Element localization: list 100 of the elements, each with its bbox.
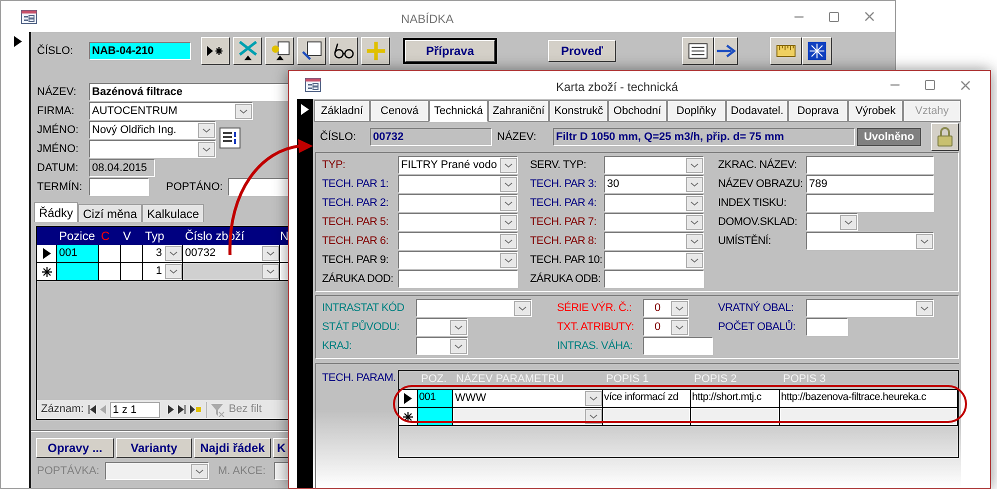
- dropdown-button[interactable]: [686, 234, 703, 248]
- combo-field[interactable]: 3: [143, 245, 183, 262]
- toolbar-button[interactable]: [682, 37, 714, 65]
- dropdown-button[interactable]: [514, 300, 531, 316]
- text-field[interactable]: [89, 178, 149, 196]
- dropdown-button[interactable]: [500, 196, 517, 210]
- dropdown-button[interactable]: [165, 264, 182, 279]
- close-icon[interactable]: [862, 9, 877, 24]
- tab[interactable]: Výrobek: [848, 100, 903, 122]
- toolbar-button[interactable]: [802, 37, 832, 65]
- toolbar-button[interactable]: [297, 37, 326, 65]
- action-button[interactable]: Příprava: [405, 40, 495, 62]
- tab[interactable]: Základní: [314, 100, 370, 122]
- dropdown-button[interactable]: [840, 214, 857, 230]
- combo-field[interactable]: [398, 232, 518, 250]
- dropdown-button[interactable]: [916, 300, 933, 316]
- combo-field[interactable]: Nový Oldřich Ing.: [89, 121, 216, 139]
- dropdown-button[interactable]: [686, 196, 703, 210]
- command-button[interactable]: Opravy ...: [36, 438, 114, 458]
- text-field[interactable]: [806, 156, 934, 174]
- combo-field[interactable]: [806, 213, 858, 231]
- row-selector[interactable]: [399, 390, 418, 407]
- dropdown-button[interactable]: [450, 320, 467, 334]
- combo-field[interactable]: [806, 299, 934, 317]
- tab[interactable]: Obchodní: [608, 100, 667, 122]
- text-field[interactable]: [806, 318, 848, 336]
- combo-field[interactable]: WWW: [453, 390, 603, 407]
- dropdown-button[interactable]: [198, 142, 215, 156]
- dropdown-button[interactable]: [686, 214, 703, 230]
- combo-field[interactable]: [398, 175, 518, 193]
- dropdown-button[interactable]: [262, 264, 279, 279]
- combo-field[interactable]: [604, 194, 704, 212]
- combo-field[interactable]: FILTRY Prané vodo: [398, 156, 518, 174]
- tab[interactable]: Cenová: [370, 100, 429, 122]
- combo-field[interactable]: [806, 232, 934, 250]
- command-button[interactable]: Najdi řádek: [194, 438, 271, 458]
- combo-field[interactable]: 1: [143, 263, 183, 280]
- text-field[interactable]: [604, 270, 704, 288]
- tab[interactable]: Řádky: [34, 202, 78, 222]
- dropdown-button[interactable]: [686, 252, 703, 268]
- dropdown-button[interactable]: [686, 176, 703, 192]
- toolbar-button[interactable]: [714, 37, 738, 65]
- combo-field[interactable]: [416, 299, 532, 317]
- dropdown-button[interactable]: [165, 246, 182, 261]
- dropdown-button[interactable]: [235, 104, 252, 118]
- text-field[interactable]: 789: [806, 175, 934, 193]
- lock-button[interactable]: [931, 123, 959, 151]
- combo-field[interactable]: [416, 318, 468, 336]
- combo-field[interactable]: [183, 263, 280, 280]
- text-field[interactable]: NAB-04-210: [89, 42, 191, 60]
- command-button[interactable]: Varianty: [116, 438, 192, 458]
- combo-field[interactable]: [604, 213, 704, 231]
- toolbar-button[interactable]: [770, 37, 802, 65]
- record-position-field[interactable]: 1 z 1: [110, 402, 160, 418]
- tab[interactable]: Konstrukč: [549, 100, 608, 122]
- dropdown-button[interactable]: [671, 320, 688, 334]
- combo-field[interactable]: 30: [604, 175, 704, 193]
- combo-field[interactable]: [604, 251, 704, 269]
- combo-field[interactable]: AUTOCENTRUM: [89, 102, 253, 120]
- toolbar-button[interactable]: [361, 37, 390, 65]
- first-record-icon[interactable]: [88, 405, 96, 414]
- combo-field[interactable]: [416, 337, 468, 355]
- text-field[interactable]: [806, 194, 934, 212]
- tab[interactable]: Doprava: [788, 100, 848, 122]
- dropdown-button[interactable]: [585, 391, 602, 406]
- text-field[interactable]: [643, 337, 713, 355]
- combo-field[interactable]: [398, 213, 518, 231]
- text-field[interactable]: 08.04.2015: [89, 159, 155, 177]
- maximize-icon[interactable]: [828, 10, 840, 22]
- new-record-icon[interactable]: [190, 405, 202, 414]
- combo-field[interactable]: [398, 251, 518, 269]
- maximize-icon[interactable]: [924, 79, 936, 91]
- dropdown-button[interactable]: [500, 158, 517, 172]
- combo-field[interactable]: 00732: [183, 245, 280, 262]
- last-record-icon[interactable]: [178, 405, 186, 414]
- combo-field[interactable]: 0: [643, 318, 689, 336]
- tab[interactable]: Technická: [429, 100, 488, 122]
- tab[interactable]: Doplňky: [666, 100, 726, 122]
- dropdown-button[interactable]: [191, 464, 208, 478]
- dropdown-button[interactable]: [671, 300, 688, 316]
- tab[interactable]: Kalkulace: [142, 204, 204, 222]
- dropdown-button[interactable]: [500, 252, 517, 268]
- dropdown-button[interactable]: [262, 246, 279, 261]
- dropdown-button[interactable]: [500, 214, 517, 230]
- next-record-icon[interactable]: [168, 405, 174, 414]
- combo-field[interactable]: [89, 140, 216, 158]
- toolbar-button[interactable]: [265, 37, 294, 65]
- combo-field[interactable]: [604, 156, 704, 174]
- dropdown-button[interactable]: [198, 122, 215, 138]
- row-selector[interactable]: [37, 263, 57, 280]
- combo-field[interactable]: [604, 232, 704, 250]
- row-selector[interactable]: [37, 245, 57, 262]
- tab[interactable]: Cizí měna: [78, 204, 142, 222]
- toolbar-button[interactable]: [329, 37, 358, 65]
- dropdown-button[interactable]: [686, 158, 703, 172]
- text-field[interactable]: [398, 270, 518, 288]
- dropdown-button[interactable]: [500, 234, 517, 248]
- action-button[interactable]: Proveď: [548, 40, 616, 62]
- tab[interactable]: Zahraniční: [488, 100, 550, 122]
- toolbar-button[interactable]: [233, 37, 262, 65]
